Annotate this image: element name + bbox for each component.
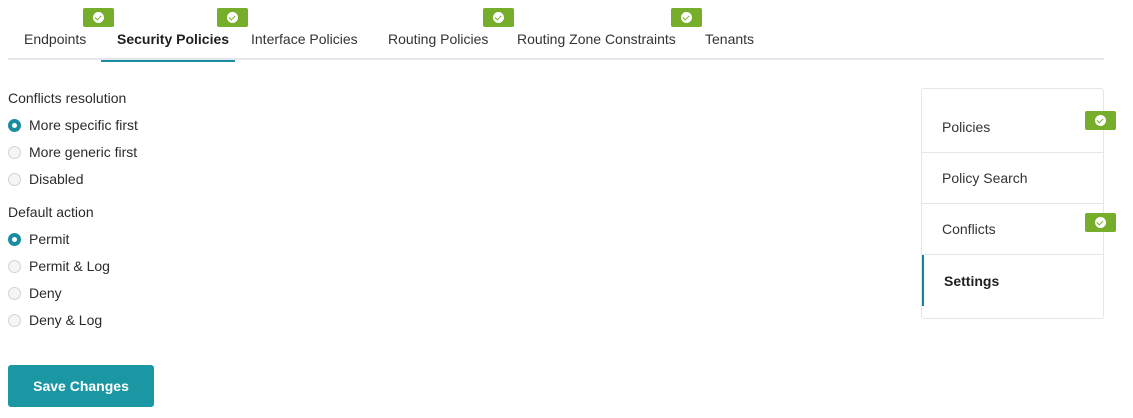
- default-action-label: Default action: [8, 204, 94, 220]
- tab-interface-policies[interactable]: Interface Policies: [235, 0, 372, 60]
- tab-label: Interface Policies: [251, 31, 358, 47]
- conflicts-resolution-label: Conflicts resolution: [8, 90, 127, 106]
- default-action-option-deny-and-log[interactable]: Deny & Log: [8, 311, 102, 329]
- radio-label: Deny: [29, 285, 62, 301]
- tab-routing-zone-constraints[interactable]: Routing Zone Constraints: [501, 0, 702, 60]
- radio-button[interactable]: [8, 286, 21, 300]
- tab-label: Routing Policies: [388, 31, 489, 47]
- radio-label: Deny & Log: [29, 312, 103, 328]
- check-circle-icon: [1095, 217, 1106, 228]
- side-nav-label: Conflicts: [942, 221, 996, 237]
- radio-button[interactable]: [8, 118, 21, 132]
- security-policies-settings-page: Endpoints Security Policies Interface Po…: [0, 0, 1133, 418]
- radio-button[interactable]: [8, 145, 21, 159]
- save-changes-button[interactable]: Save Changes: [8, 365, 154, 407]
- side-nav: Policies Policy Search Conflicts Setting…: [921, 88, 1116, 319]
- side-nav-item-conflicts[interactable]: Conflicts: [922, 204, 1116, 255]
- status-badge: [1085, 213, 1116, 232]
- default-action-option-deny[interactable]: Deny: [8, 284, 62, 302]
- tab-tenants[interactable]: Tenants: [689, 0, 769, 60]
- conflicts-option-more-specific-first[interactable]: More specific first: [8, 116, 138, 134]
- tab-label: Tenants: [705, 31, 755, 47]
- side-nav-label: Policies: [942, 119, 991, 135]
- check-circle-icon: [1095, 115, 1106, 126]
- side-nav-label: Policy Search: [942, 170, 1028, 186]
- tab-label: Security Policies: [117, 31, 230, 47]
- side-nav-item-policy-search[interactable]: Policy Search: [922, 153, 1103, 204]
- tab-routing-policies[interactable]: Routing Policies: [372, 0, 514, 60]
- side-nav-label: Settings: [944, 272, 1000, 289]
- tab-label: Endpoints: [24, 31, 87, 47]
- radio-button[interactable]: [8, 232, 21, 246]
- side-nav-item-settings[interactable]: Settings: [922, 255, 1103, 306]
- tab-endpoints[interactable]: Endpoints: [8, 0, 114, 60]
- default-action-option-permit-and-log[interactable]: Permit & Log: [8, 257, 110, 275]
- conflicts-option-more-generic-first[interactable]: More generic first: [8, 143, 137, 161]
- radio-button[interactable]: [8, 313, 21, 327]
- tab-security-policies[interactable]: Security Policies: [101, 0, 248, 62]
- radio-label: Disabled: [29, 171, 84, 187]
- status-badge: [1085, 111, 1116, 130]
- tab-label: Routing Zone Constraints: [517, 31, 676, 47]
- radio-label: More specific first: [29, 117, 138, 133]
- tab-bar: Endpoints Security Policies Interface Po…: [8, 0, 1104, 62]
- conflicts-option-disabled[interactable]: Disabled: [8, 170, 83, 188]
- radio-label: More generic first: [29, 144, 138, 160]
- radio-button[interactable]: [8, 172, 21, 186]
- radio-label: Permit & Log: [29, 258, 110, 274]
- default-action-option-permit[interactable]: Permit: [8, 230, 69, 248]
- radio-label: Permit: [29, 231, 70, 247]
- side-nav-item-policies[interactable]: Policies: [922, 102, 1116, 153]
- radio-button[interactable]: [8, 259, 21, 273]
